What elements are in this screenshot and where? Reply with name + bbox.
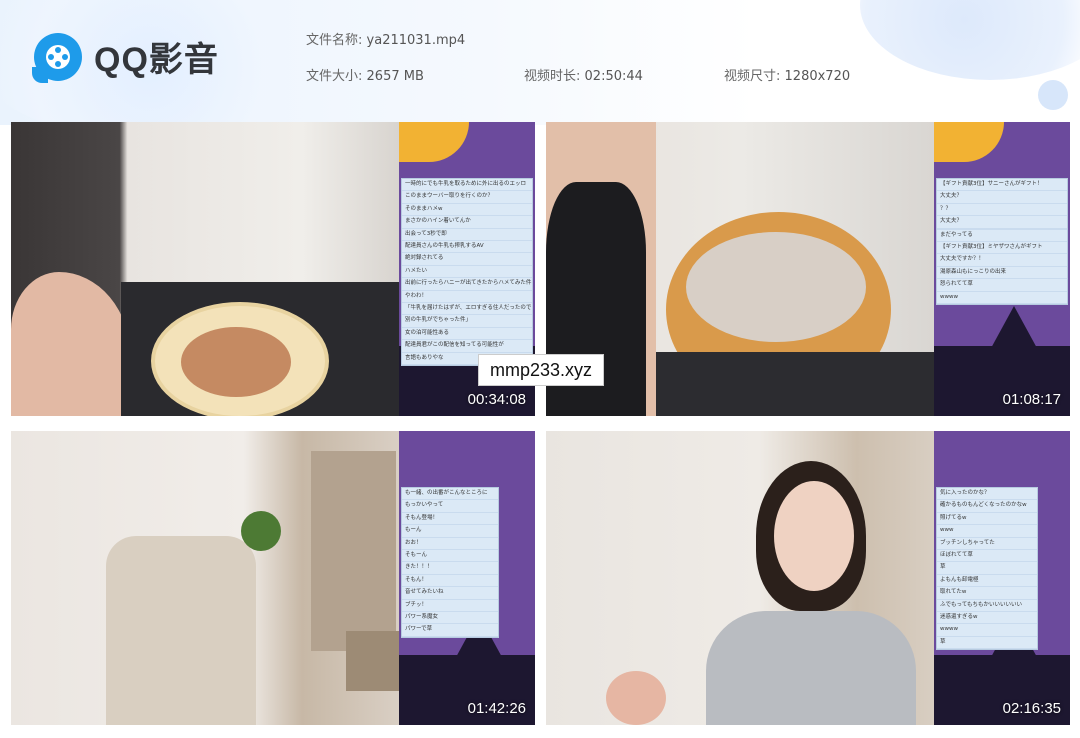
chat-message: wwww xyxy=(937,292,1067,305)
video-frame xyxy=(546,431,934,725)
chat-message: 「牛乳を届けたはずが、エロすぎる住人だったので xyxy=(402,303,532,316)
chat-message: 配達員君がこの配信を知ってる可能性が xyxy=(402,340,532,353)
chat-overlay: 気に入ったのかな？ 確かるものもんどくなったのかなw 照げてるw www ブッチ… xyxy=(934,431,1070,725)
chat-message: 【ギフト貢献3位】ミヤザワさんがギフト xyxy=(937,242,1067,255)
chat-message: 別の牛乳がでちゃった件」 xyxy=(402,315,532,328)
chat-message: このままウーバー取りを行くのか？ xyxy=(402,191,532,204)
chat-message: もっかいやって xyxy=(402,500,498,513)
chat-message: ブッチンしちゃってた xyxy=(937,538,1037,551)
video-frame xyxy=(546,122,934,416)
resolution-label: 视频尺寸: xyxy=(724,69,781,84)
app-logo: QQ影音 xyxy=(32,32,219,83)
chat-message: 絶対録されてる xyxy=(402,253,532,266)
chat-message: 女の泊可能性ある xyxy=(402,328,532,341)
chat-message: よもんも卸電極 xyxy=(937,575,1037,588)
qq-player-icon xyxy=(32,32,82,83)
chat-message: 草 xyxy=(937,637,1037,650)
thumbnail-timestamp: 01:42:26 xyxy=(467,700,526,717)
chat-message: 気に入ったのかな？ xyxy=(937,488,1037,501)
chat-message: やわわ！ xyxy=(402,291,532,304)
header-dot xyxy=(1038,80,1068,110)
chat-message: そもん！ xyxy=(402,575,498,588)
chat-message: ハメたい xyxy=(402,266,532,279)
chat-message: ブチッ！ xyxy=(402,600,498,613)
app-name: QQ影音 xyxy=(94,41,219,79)
chat-overlay: 【ギフト貢献3位】サニーさんがギフト！ 大丈夫？ ？？ 大丈夫？ まだやってる … xyxy=(934,122,1070,416)
chat-message: そのままハメw xyxy=(402,204,532,217)
chat-message: ふでもってもちもかいいいいいい xyxy=(937,600,1037,613)
chat-message: そもーん xyxy=(402,550,498,563)
chat-message: まだやってる xyxy=(937,230,1067,243)
duration-label: 视频时长: xyxy=(524,69,581,84)
thumbnail-timestamp: 01:08:17 xyxy=(1002,391,1061,408)
chat-message: ほぼれてて草 xyxy=(937,550,1037,563)
resolution-value: 1280x720 xyxy=(784,69,851,84)
file-size-info: 文件大小: 2657 MB xyxy=(306,65,424,84)
thumbnail-timestamp: 02:16:35 xyxy=(1002,700,1061,717)
chat-message: 怒られてて草 xyxy=(937,279,1067,292)
chat-message: 大丈夫？ xyxy=(937,216,1067,229)
video-frame xyxy=(11,122,399,416)
chat-list: 【ギフト貢献3位】サニーさんがギフト！ 大丈夫？ ？？ 大丈夫？ まだやってる … xyxy=(936,178,1068,306)
chat-message: 取れてたw xyxy=(937,587,1037,600)
chat-overlay: も一緒、の出番がこんなところに もっかいやって そもん登場！ もーん おお！ そ… xyxy=(399,431,535,725)
video-thumbnail[interactable]: も一緒、の出番がこんなところに もっかいやって そもん登場！ もーん おお！ そ… xyxy=(11,431,535,725)
chat-list: 一時的にでも牛乳を取るために外に出るのエッロ このままウーバー取りを行くのか？ … xyxy=(401,178,533,367)
duration-info: 视频时长: 02:50:44 xyxy=(524,65,643,84)
file-size-value: 2657 MB xyxy=(366,69,424,84)
chat-message: 大丈夫ですか？！ xyxy=(937,254,1067,267)
chat-message: 一時的にでも牛乳を取るために外に出るのエッロ xyxy=(402,179,532,192)
watermark-label: mmp233.xyz xyxy=(478,354,604,386)
chat-message: ？？ xyxy=(937,204,1067,217)
chat-message: まさかのハイン着いてんか xyxy=(402,216,532,229)
chat-message: www xyxy=(937,525,1037,538)
chat-message: 湯原森山もにっこりの出来 xyxy=(937,267,1067,280)
chat-message: 迷惑還すぎるw xyxy=(937,612,1037,625)
file-name-value: ya211031.mp4 xyxy=(366,33,466,48)
chat-message: パワーで草 xyxy=(402,624,498,637)
chat-message: もーん xyxy=(402,525,498,538)
chat-message: 【ギフト貢献3位】サニーさんがギフト！ xyxy=(937,179,1067,192)
chat-message: 音せてみたいね xyxy=(402,587,498,600)
video-thumbnail[interactable]: 一時的にでも牛乳を取るために外に出るのエッロ このままウーバー取りを行くのか？ … xyxy=(11,122,535,416)
chat-message: 出会って3秒で即 xyxy=(402,229,532,242)
thumbnail-timestamp: 00:34:08 xyxy=(467,391,526,408)
resolution-info: 视频尺寸: 1280x720 xyxy=(724,65,850,84)
chat-message: 出前に行ったらハニーが出てきたからハメてみた件 xyxy=(402,278,532,291)
chat-message: きた！！！ xyxy=(402,562,498,575)
video-thumbnail[interactable]: 気に入ったのかな？ 確かるものもんどくなったのかなw 照げてるw www ブッチ… xyxy=(546,431,1070,725)
video-frame xyxy=(11,431,399,725)
chat-message: 配達員さんの牛乳も搾乳するAV xyxy=(402,241,532,254)
chat-message: パワー系魔女 xyxy=(402,612,498,625)
chat-message: 大丈夫？ xyxy=(937,191,1067,204)
chat-message: 確かるものもんどくなったのかなw xyxy=(937,500,1037,513)
chat-message: wwww xyxy=(937,624,1037,637)
file-size-label: 文件大小: xyxy=(306,69,363,84)
video-thumbnail[interactable]: 【ギフト貢献3位】サニーさんがギフト！ 大丈夫？ ？？ 大丈夫？ まだやってる … xyxy=(546,122,1070,416)
file-name-label: 文件名称: xyxy=(306,33,363,48)
file-name-info: 文件名称: ya211031.mp4 xyxy=(306,29,465,48)
chat-message: も一緒、の出番がこんなところに xyxy=(402,488,498,501)
chat-list: も一緒、の出番がこんなところに もっかいやって そもん登場！ もーん おお！ そ… xyxy=(401,487,499,638)
chat-message: おお！ xyxy=(402,538,498,551)
duration-value: 02:50:44 xyxy=(584,69,643,84)
chat-message: そもん登場！ xyxy=(402,513,498,526)
chat-message: 照げてるw xyxy=(937,513,1037,526)
chat-message: 草 xyxy=(937,562,1037,575)
chat-list: 気に入ったのかな？ 確かるものもんどくなったのかなw 照げてるw www ブッチ… xyxy=(936,487,1038,651)
